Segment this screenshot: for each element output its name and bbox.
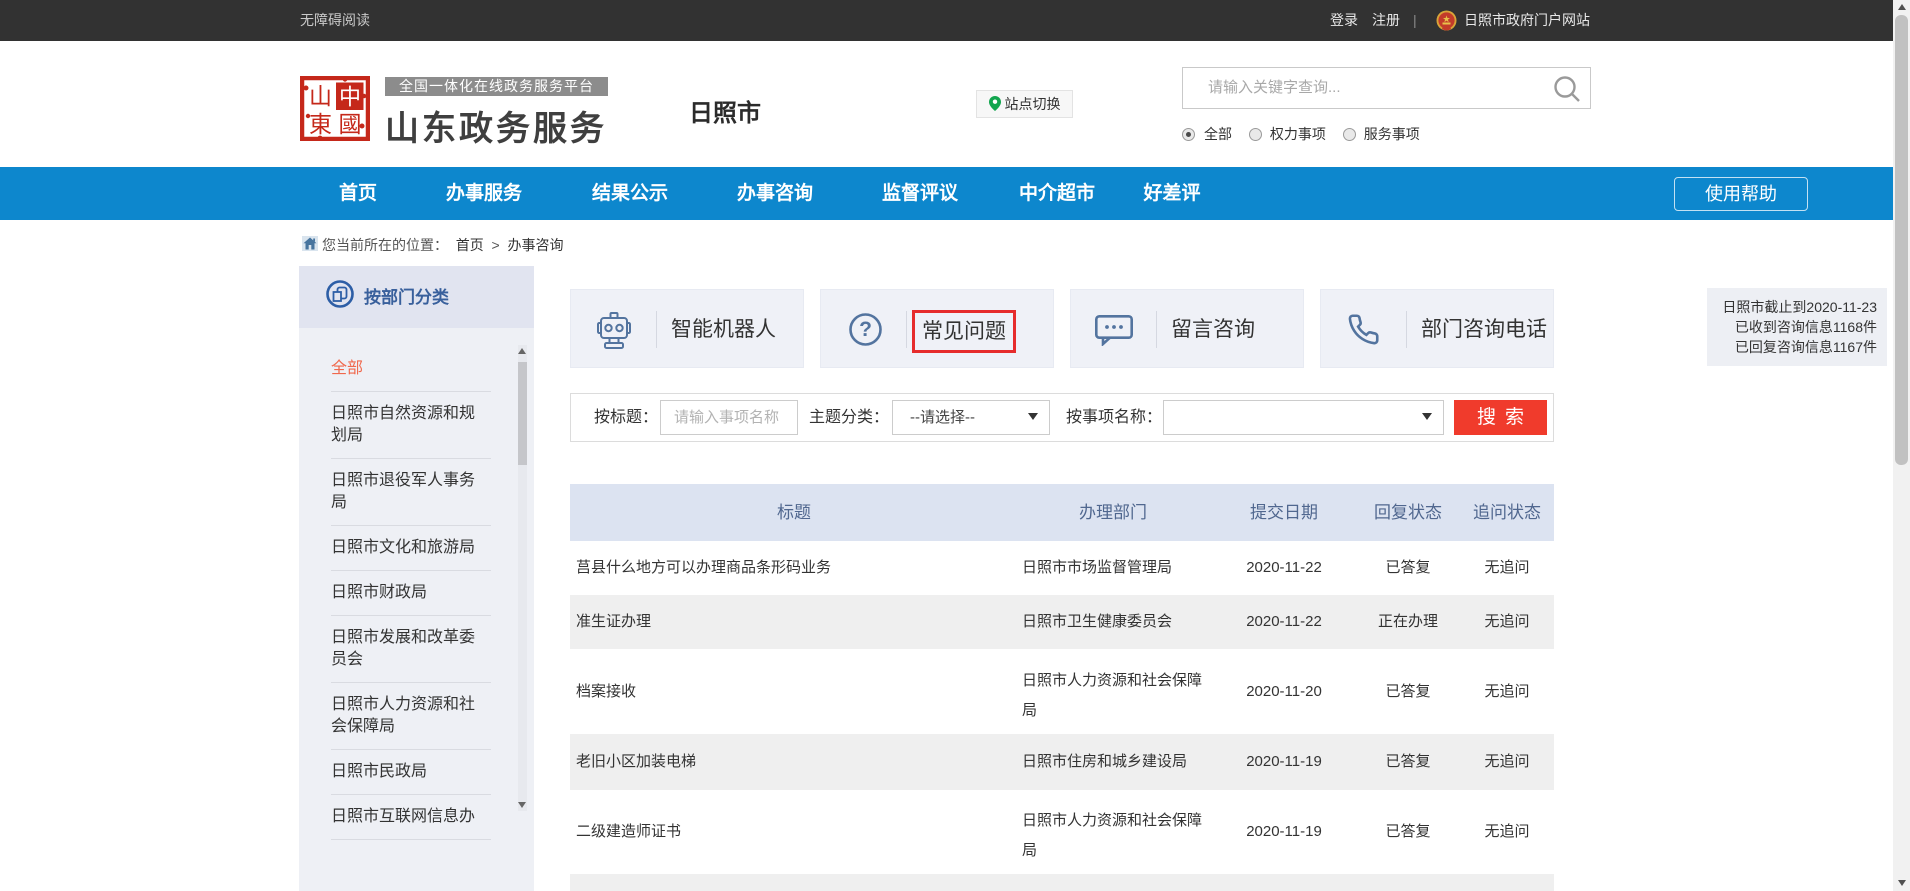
svg-text:中: 中 bbox=[339, 85, 361, 110]
svg-text:山: 山 bbox=[309, 84, 332, 109]
svg-text:?: ? bbox=[859, 318, 872, 341]
svg-text:東: 東 bbox=[309, 112, 332, 137]
svg-text:國: 國 bbox=[339, 112, 362, 137]
